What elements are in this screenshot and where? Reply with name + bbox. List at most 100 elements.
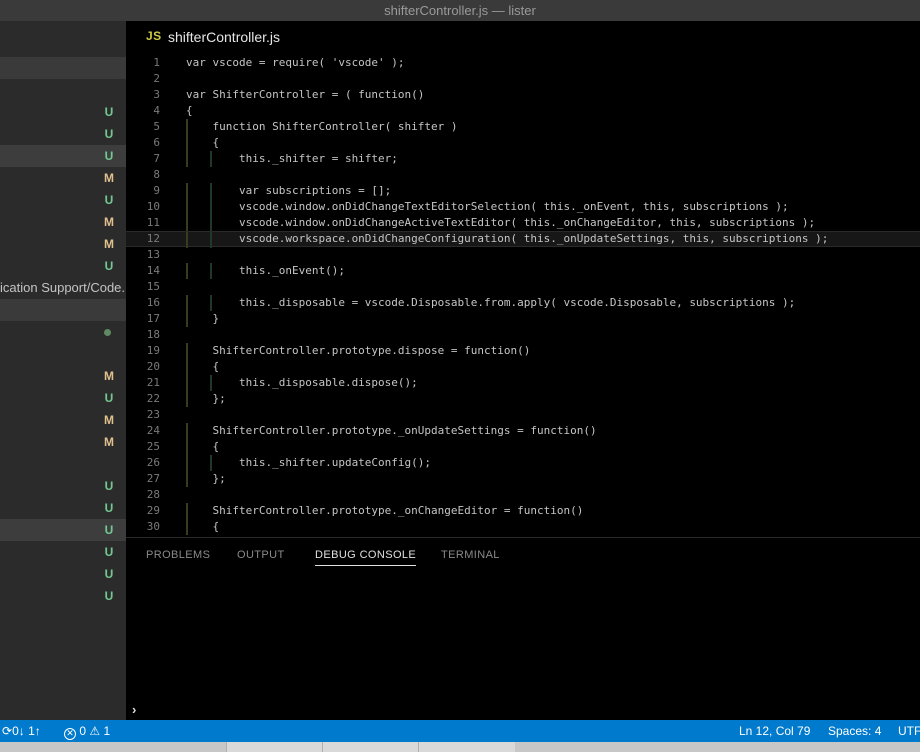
- explorer-file-row[interactable]: U: [0, 541, 126, 563]
- code-line[interactable]: 27 };: [126, 471, 920, 487]
- code-line[interactable]: 28: [126, 487, 920, 503]
- line-number: 1: [153, 56, 160, 69]
- line-number: 13: [146, 248, 160, 261]
- dock-item[interactable]: [418, 742, 515, 752]
- code-line[interactable]: 26 this._shifter.updateConfig();: [126, 455, 920, 471]
- git-status-badge: U: [104, 545, 114, 559]
- code-line[interactable]: 22 };: [126, 391, 920, 407]
- line-number: 20: [146, 360, 160, 373]
- code-line[interactable]: 24 ShifterController.prototype._onUpdate…: [126, 423, 920, 439]
- git-status-badge: U: [104, 193, 114, 207]
- code-line[interactable]: 8: [126, 167, 920, 183]
- explorer-file-row[interactable]: U: [0, 387, 126, 409]
- editor-tab-bar: JS shifterController.js: [126, 21, 920, 53]
- explorer-file-row[interactable]: U: [0, 101, 126, 123]
- code-line[interactable]: 5 function ShifterController( shifter ): [126, 119, 920, 135]
- code-line[interactable]: 19 ShifterController.prototype.dispose =…: [126, 343, 920, 359]
- code-text: vscode.window.onDidChangeActiveTextEdito…: [186, 216, 816, 229]
- problems-status[interactable]: ✕ 0 ⚠ 1: [64, 720, 110, 742]
- line-number: 11: [146, 216, 160, 229]
- editor-tab-title[interactable]: shifterController.js: [168, 29, 280, 45]
- code-line[interactable]: 21 this._disposable.dispose();: [126, 375, 920, 391]
- panel-tab-terminal[interactable]: TERMINAL: [441, 549, 500, 561]
- code-text: vscode.window.onDidChangeTextEditorSelec…: [186, 200, 789, 213]
- code-text: ShifterController.prototype._onChangeEdi…: [186, 504, 584, 517]
- panel-tab-output[interactable]: OUTPUT: [237, 549, 285, 561]
- explorer-file-row[interactable]: M: [0, 365, 126, 387]
- dock-item[interactable]: [226, 742, 323, 752]
- explorer-file-row[interactable]: U: [0, 145, 126, 167]
- explorer-file-row[interactable]: U: [0, 189, 126, 211]
- line-number: 29: [146, 504, 160, 517]
- line-number: 22: [146, 392, 160, 405]
- explorer-file-row[interactable]: M: [0, 211, 126, 233]
- code-text: var subscriptions = [];: [186, 184, 392, 197]
- code-text: this._shifter.updateConfig();: [186, 456, 432, 469]
- code-text: this._onEvent();: [186, 264, 345, 277]
- code-line[interactable]: 6 {: [126, 135, 920, 151]
- line-number: 26: [146, 456, 160, 469]
- code-text: {: [186, 440, 220, 453]
- explorer-file-row[interactable]: U: [0, 519, 126, 541]
- explorer-file-row[interactable]: U: [0, 255, 126, 277]
- explorer-folder-row[interactable]: ication Support/Code...: [0, 277, 126, 299]
- sidebar: U U U M U M M U M U M M U U U U U Uication Support/Code..…: [0, 21, 126, 720]
- code-line[interactable]: 20 {: [126, 359, 920, 375]
- explorer-file-row[interactable]: U: [0, 123, 126, 145]
- code-line[interactable]: 13: [126, 247, 920, 263]
- code-line[interactable]: 18: [126, 327, 920, 343]
- code-line[interactable]: 23: [126, 407, 920, 423]
- code-line[interactable]: 1 var vscode = require( 'vscode' );: [126, 55, 920, 71]
- sync-status[interactable]: ⟳0↓ 1↑: [2, 720, 41, 742]
- dock-item[interactable]: [322, 742, 419, 752]
- explorer-file-row[interactable]: M: [0, 167, 126, 189]
- line-number: 17: [146, 312, 160, 325]
- code-editor[interactable]: 1 var vscode = require( 'vscode' ); 2 3 var …: [126, 53, 920, 537]
- code-line[interactable]: 12 vscode.workspace.onDidChangeConfigura…: [126, 231, 920, 248]
- code-line[interactable]: 17 }: [126, 311, 920, 327]
- code-text: var vscode = require( 'vscode' );: [186, 56, 405, 69]
- code-line[interactable]: 2: [126, 71, 920, 87]
- code-line[interactable]: 30 {: [126, 519, 920, 535]
- code-line[interactable]: 29 ShifterController.prototype._onChange…: [126, 503, 920, 519]
- indentation-status[interactable]: Spaces: 4: [828, 720, 881, 742]
- explorer-file-row[interactable]: M: [0, 409, 126, 431]
- line-number: 10: [146, 200, 160, 213]
- code-line[interactable]: 16 this._disposable = vscode.Disposable.…: [126, 295, 920, 311]
- panel-tab-debug-console[interactable]: DEBUG CONSOLE: [315, 549, 417, 566]
- code-line[interactable]: 14 this._onEvent();: [126, 263, 920, 279]
- explorer-file-row[interactable]: M: [0, 233, 126, 255]
- window-title: shifterController.js — lister: [0, 0, 920, 21]
- code-line[interactable]: 25 {: [126, 439, 920, 455]
- explorer-file-row[interactable]: [0, 299, 126, 321]
- code-line[interactable]: 3 var ShifterController = ( function(): [126, 87, 920, 103]
- line-number: 14: [146, 264, 160, 277]
- code-line[interactable]: 9 var subscriptions = [];: [126, 183, 920, 199]
- line-number: 6: [153, 136, 160, 149]
- explorer-file-row[interactable]: U: [0, 585, 126, 607]
- code-line[interactable]: 11 vscode.window.onDidChangeActiveTextEd…: [126, 215, 920, 231]
- explorer-file-row[interactable]: M: [0, 431, 126, 453]
- explorer-file-row[interactable]: U: [0, 563, 126, 585]
- debug-console-prompt[interactable]: ›: [132, 702, 136, 717]
- error-count: 0: [79, 724, 87, 738]
- explorer-file-row[interactable]: [0, 321, 126, 343]
- git-status-badge: U: [104, 501, 114, 515]
- code-line[interactable]: 4{: [126, 103, 920, 119]
- code-line[interactable]: 7 this._shifter = shifter;: [126, 151, 920, 167]
- explorer-file-row[interactable]: U: [0, 475, 126, 497]
- warning-count: 1: [103, 724, 111, 738]
- code-line[interactable]: 10 vscode.window.onDidChangeTextEditorSe…: [126, 199, 920, 215]
- cursor-position[interactable]: Ln 12, Col 79: [739, 720, 810, 742]
- line-number: 24: [146, 424, 160, 437]
- git-status-badge: U: [104, 523, 114, 537]
- line-number: 15: [146, 280, 160, 293]
- line-number: 16: [146, 296, 160, 309]
- code-line[interactable]: 15: [126, 279, 920, 295]
- explorer-file-row[interactable]: [0, 57, 126, 79]
- explorer-file-row[interactable]: U: [0, 497, 126, 519]
- panel-tab-problems[interactable]: PROBLEMS: [146, 549, 210, 561]
- git-status-badge: U: [104, 479, 114, 493]
- encoding-status[interactable]: UTF: [898, 720, 920, 742]
- line-number: 7: [153, 152, 160, 165]
